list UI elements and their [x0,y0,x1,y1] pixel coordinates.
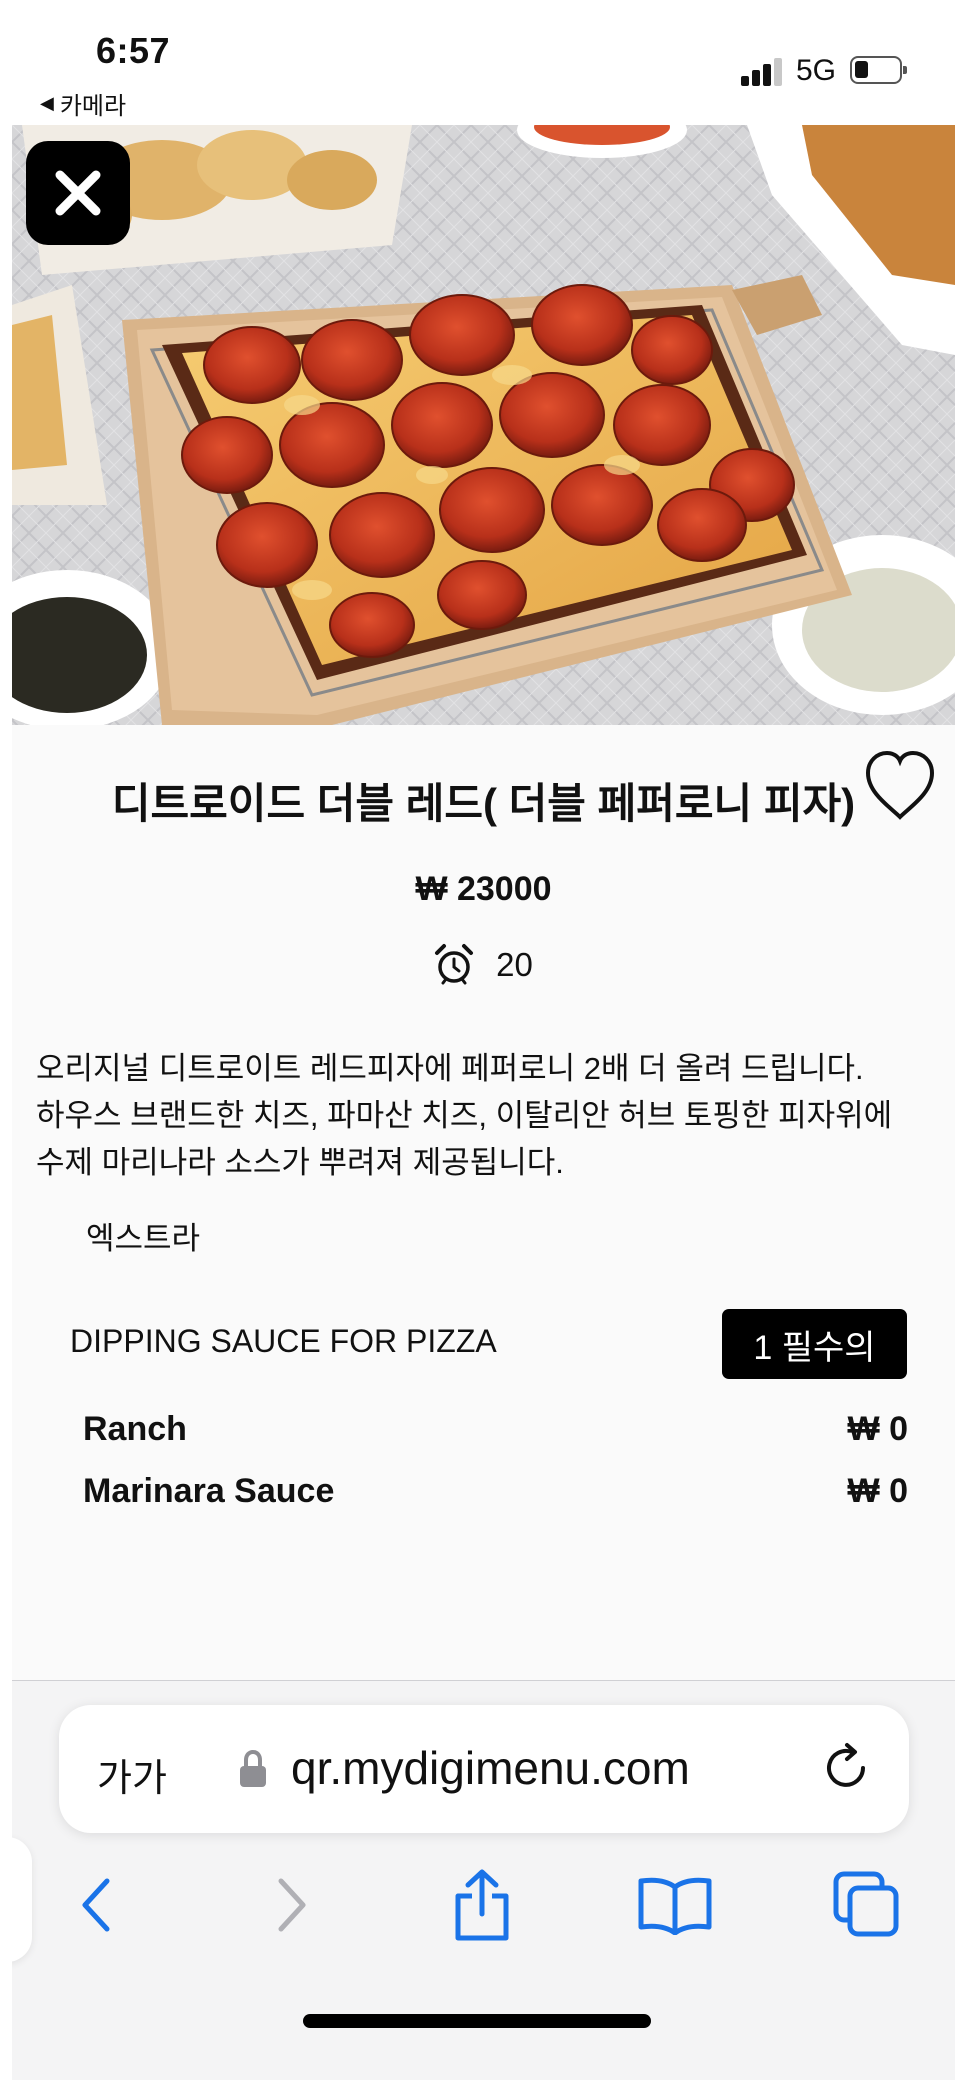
back-app-label: 카메라 [59,93,127,120]
forward-button[interactable] [250,1865,330,1945]
page: 디트로이드 더블 레드( 더블 페퍼로니 피자) ₩ 23000 20 오리지널… [12,125,955,2080]
option-price: ₩ 0 [847,1472,908,1505]
tabs-icon [833,1871,899,1937]
signal-strength-icon [741,56,785,86]
address-bar[interactable]: 가가 qr.mydigimenu.com [59,1705,909,1833]
status-bar: 6:57 ◀ 카메라 5G [0,0,966,125]
option-item[interactable]: Marinara Sauce ₩ 0 [12,1472,955,1505]
description-line: 오리지널 디트로이트 레드피자에 페퍼로니 2배 더 올려 드립니다. [36,1051,864,1086]
product-price: ₩ 23000 [415,870,552,908]
option-name: Ranch [83,1410,187,1448]
share-button[interactable] [442,1865,522,1945]
chevron-left-icon [82,1878,110,1932]
url-text[interactable]: qr.mydigimenu.com [291,1741,690,1795]
back-triangle-icon: ◀ [40,93,54,113]
product-title: 디트로이드 더블 레드( 더블 페퍼로니 피자) [111,780,856,827]
text-size-button[interactable]: 가가 [97,1747,167,1802]
heart-icon [865,750,935,820]
reload-icon[interactable] [819,1741,873,1795]
home-indicator [303,2014,651,2028]
back-to-app-link[interactable]: ◀ 카메라 [40,86,126,121]
tabs-button[interactable] [827,1865,907,1945]
battery-fill [855,61,868,78]
option-group-title: DIPPING SAUCE FOR PIZZA [70,1323,497,1359]
network-type: 5G [796,54,837,87]
product-image [12,125,955,725]
lock-icon [240,1750,266,1787]
description-line: 하우스 브랜드한 치즈, 파마산 치즈, 이탈리안 허브 토핑한 피자위에 [36,1098,893,1133]
close-icon [55,170,101,216]
description-line: 수제 마리나라 소스가 뿌려져 제공됩니다. [36,1145,564,1180]
required-badge: 1 필수의 [722,1309,907,1379]
back-button[interactable] [58,1865,138,1945]
product-description: 오리지널 디트로이트 레드피자에 페퍼로니 2배 더 올려 드립니다. 하우스 … [36,1045,946,1186]
chevron-right-icon [278,1878,306,1932]
option-item[interactable]: Ranch ₩ 0 [12,1410,955,1470]
favorite-button[interactable] [860,747,940,827]
option-name: Marinara Sauce [83,1472,335,1505]
book-icon [638,1877,712,1935]
option-list: Ranch ₩ 0 Marinara Sauce ₩ 0 [12,1410,955,1505]
battery-icon [850,56,907,84]
prep-time-row: 20 [12,943,955,987]
option-price: ₩ 0 [847,1410,908,1448]
extras-heading: 엑스트라 [86,1221,201,1256]
bookmarks-button[interactable] [635,1865,715,1945]
alarm-clock-icon [435,944,474,985]
status-time: 6:57 [96,30,171,71]
close-button[interactable] [26,141,130,245]
prep-time-value: 20 [496,946,533,983]
previous-tab-peek[interactable] [12,1837,32,1962]
share-icon [455,1869,509,1941]
